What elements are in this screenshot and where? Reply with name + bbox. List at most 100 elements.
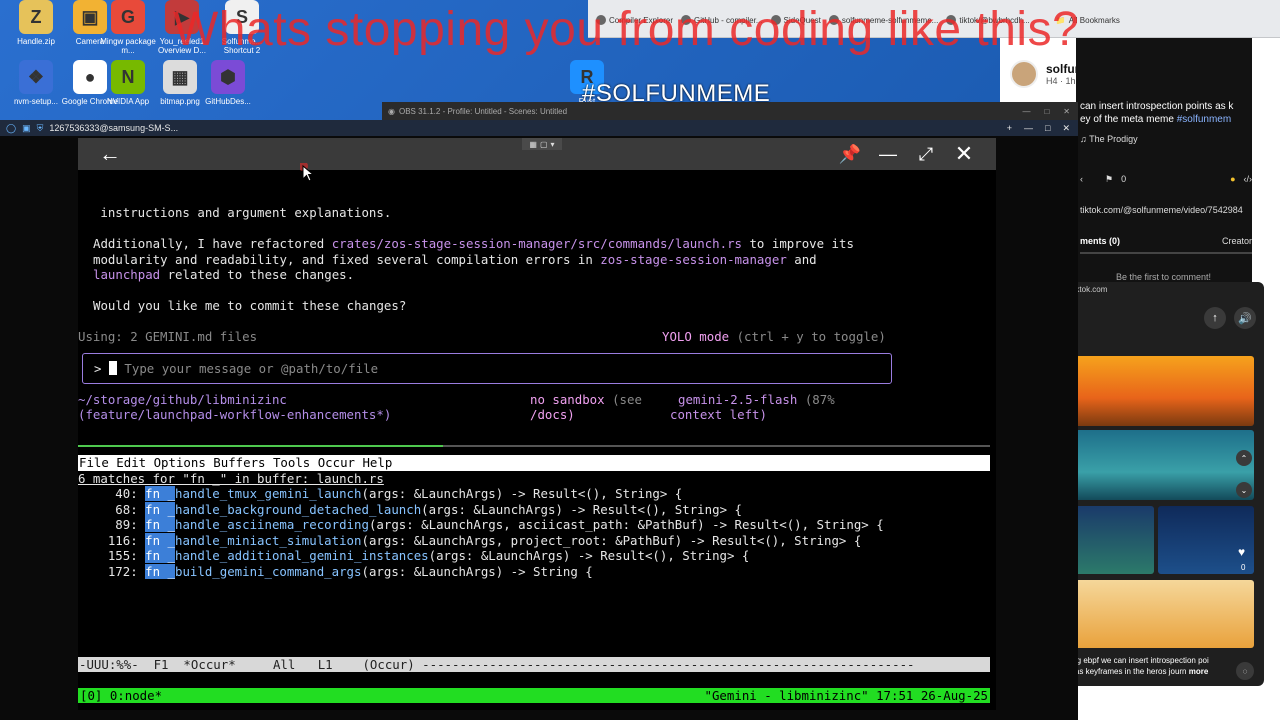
sandbox-label: no sandbox [530, 392, 605, 407]
remote-title: 1267536333@samsung-SM-S... [49, 123, 179, 133]
monitor-icon: ▣ [22, 122, 31, 133]
add-icon[interactable]: + [1007, 123, 1012, 134]
function-signature: (args: &LaunchArgs, project_root: &PathB… [361, 532, 862, 548]
model-status: gemini-2.5-flash (87% [678, 392, 835, 408]
spinner-icon: ◌ [1236, 662, 1254, 680]
tiktok-video-url[interactable]: tiktok.com/@solfunmeme/video/7542984 [1080, 205, 1243, 215]
function-signature: (args: &LaunchArgs) -> Result<(), String… [421, 501, 742, 517]
volume-icon[interactable]: 🔊 [1234, 307, 1256, 329]
terminal[interactable]: instructions and argument explanations. … [78, 170, 996, 710]
obs-title: OBS 31.1.2 - Profile: Untitled - Scenes:… [398, 106, 568, 116]
app-icon: ❖ [19, 60, 53, 94]
sandbox-hint: (see [604, 392, 642, 407]
match-highlight: fn _ [145, 548, 175, 563]
tiktok-description: can insert introspection points as k ey … [1080, 100, 1252, 126]
context-usage: (87% [797, 392, 835, 407]
menu-items[interactable]: File Edit Options Buffers Tools Occur He… [79, 455, 392, 471]
function-name: build_gemini_command_args [174, 563, 362, 579]
function-name: handle_asciinema_recording [174, 517, 369, 532]
expand-icon[interactable]: ⤢ [910, 138, 942, 170]
response-text: to improve its [742, 236, 854, 251]
sandbox-status: no sandbox (see [530, 392, 642, 408]
coin-icon[interactable]: ● [1230, 174, 1235, 184]
chevron-down-icon: ▾ [550, 139, 555, 149]
function-signature: (args: &LaunchArgs) -> Result<(), String… [361, 486, 683, 501]
input-line: > Type your message or @path/to/file [94, 361, 378, 377]
grid-icon: ▦ [529, 139, 537, 149]
video-caption-overlay: Whats stopping you from coding like this… [173, 3, 1080, 56]
minimize-icon[interactable]: — [1022, 107, 1030, 116]
app-icon: ⬢ [211, 60, 245, 94]
response-line: instructions and argument explanations. [78, 205, 392, 220]
back-arrow-icon[interactable]: ← [92, 138, 128, 170]
video-thumbnail[interactable] [1158, 506, 1254, 574]
mirror-mode-control[interactable]: ▦ ▢ ▾ [522, 138, 562, 150]
chevron-down-icon[interactable]: ⌄ [1236, 482, 1252, 498]
response-text: Additionally, I have refactored [93, 236, 332, 251]
app-icon: ◯ [6, 122, 17, 133]
chevron-left-icon[interactable]: ‹ [1080, 174, 1083, 184]
tmux-window-list[interactable]: [0] 0:node* [80, 688, 162, 704]
occur-header: 6 matches for "fn _" in buffer: launch.r… [78, 471, 384, 486]
function-name: handle_tmux_gemini_launch [174, 486, 362, 501]
embed-icon[interactable]: ‹/› [1244, 174, 1253, 184]
function-signature: (args: &LaunchArgs) -> Result<(), String… [428, 548, 750, 563]
video-thumbnail[interactable] [1062, 580, 1254, 648]
maximize-icon[interactable]: □ [1045, 123, 1050, 134]
video-thumbnail[interactable] [1062, 356, 1254, 426]
like-count: 0 [1241, 563, 1246, 572]
yolo-label: YOLO mode [662, 329, 730, 344]
occur-match-row[interactable]: 155: fn _handle_additional_gemini_instan… [78, 548, 749, 564]
occur-match-row[interactable]: 68: fn _handle_background_detached_launc… [78, 501, 742, 518]
heart-icon[interactable]: ♥ [1238, 545, 1245, 559]
tmux-session-info: "Gemini - libminizinc" 17:51 26-Aug-25 [704, 688, 988, 703]
tmux-status-bar: [0] 0:node* "Gemini - libminizinc" 17:51… [78, 688, 990, 703]
hashtag-link[interactable]: #solfunmem [1177, 114, 1231, 125]
input-placeholder: Type your message or @path/to/file [124, 361, 379, 376]
function-signature: (args: &LaunchArgs, asciicast_path: &Pat… [368, 517, 884, 532]
bookmark-icon[interactable]: ⚑ [1105, 174, 1113, 185]
match-highlight: fn _ [145, 486, 175, 501]
git-branch: (feature/launchpad-workflow-enhancements… [78, 407, 392, 422]
avatar[interactable] [1010, 60, 1038, 88]
chevron-up-icon[interactable]: ⌃ [1236, 450, 1252, 466]
line-number: 116: [78, 532, 146, 548]
video-thumbnail[interactable] [1062, 430, 1254, 500]
tab-creator[interactable]: Creator [1222, 236, 1252, 246]
line-number: 172: [78, 563, 146, 579]
line-number: 40: [78, 486, 146, 501]
occur-match-row[interactable]: 172: fn _build_gemini_command_args(args:… [78, 563, 593, 580]
emacs-menu-bar[interactable]: File Edit Options Buffers Tools Occur He… [78, 455, 990, 471]
hashtag-overlay: #SOLFUNMEME [582, 80, 771, 107]
line-number: 89: [78, 517, 146, 532]
file-path: zos-stage-session-manager [600, 252, 787, 267]
line-number: 155: [78, 548, 146, 563]
pin-icon[interactable]: 📌 [834, 138, 866, 170]
more-link[interactable]: more [1189, 667, 1209, 676]
function-name: handle_background_detached_launch [174, 501, 422, 517]
obs-icon: ◉ [388, 106, 395, 116]
occur-match-row[interactable]: 116: fn _handle_miniact_simulation(args:… [78, 532, 862, 549]
maximize-icon[interactable]: □ [1044, 107, 1049, 116]
message-input[interactable]: > Type your message or @path/to/file [82, 353, 892, 384]
desktop-icon[interactable]: ⬢ GitHubDes... [196, 60, 260, 106]
close-icon[interactable]: ✕ [948, 138, 980, 170]
model-name: gemini-2.5-flash [678, 392, 798, 407]
yolo-mode-indicator: YOLO mode (ctrl + y to toggle) [662, 329, 886, 345]
tiktok-song[interactable]: ♫ The Prodigy [1080, 134, 1138, 144]
tab-comments[interactable]: ments (0) [1080, 236, 1120, 246]
function-name: handle_miniact_simulation [174, 532, 362, 548]
arrow-up-icon[interactable]: ↑ [1204, 307, 1226, 329]
minimize-icon[interactable]: — [1024, 123, 1033, 134]
close-icon[interactable]: ✕ [1062, 123, 1070, 134]
occur-match-row[interactable]: 40: fn _handle_tmux_gemini_launch(args: … [78, 486, 682, 502]
function-name: handle_additional_gemini_instances [174, 548, 429, 563]
tiktok-actions: ‹ ⚑ 0 ● ‹/› [1080, 170, 1252, 188]
mouse-pointer-icon [298, 161, 316, 188]
song-label: The Prodigy [1089, 134, 1138, 144]
line-number: 68: [78, 501, 146, 517]
prompt-char: > [94, 361, 102, 376]
occur-match-row[interactable]: 89: fn _handle_asciinema_recording(args:… [78, 517, 884, 533]
minimize-icon[interactable]: — [872, 138, 904, 170]
close-icon[interactable]: ✕ [1063, 107, 1070, 116]
